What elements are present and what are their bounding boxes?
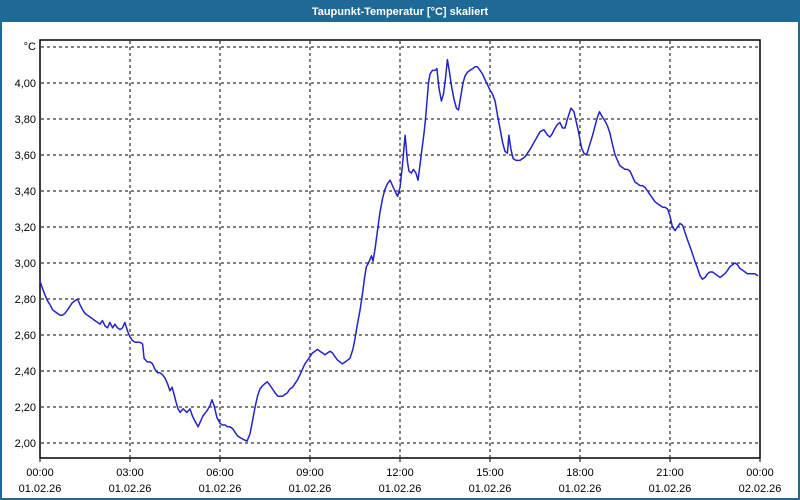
y-tick-label: 3,80 <box>15 114 36 126</box>
y-tick-label: 2,00 <box>15 438 36 450</box>
y-tick-label: 3,60 <box>15 150 36 162</box>
x-tick-date-label: 01.02.26 <box>19 483 62 495</box>
y-tick-label: 2,40 <box>15 366 36 378</box>
x-tick-time-label: 00:00 <box>746 467 774 479</box>
x-tick-time-label: 00:00 <box>26 467 54 479</box>
x-tick-time-label: 12:00 <box>386 467 414 479</box>
y-axis-unit-label: °C <box>24 41 36 53</box>
x-tick-date-label: 01.02.26 <box>289 483 332 495</box>
window-title: Taupunkt-Temperatur [°C] skaliert <box>311 6 489 18</box>
chart-window: Taupunkt-Temperatur [°C] skaliert 00:00 0… <box>0 0 800 500</box>
x-tick-date-label: 02.02.26 <box>739 483 782 495</box>
x-tick-time-label: 03:00 <box>116 467 144 479</box>
x-tick-time-label: 18:00 <box>566 467 594 479</box>
chart-canvas[interactable]: 00:00 01.02.26 03:00 01.02.26 06:00 01.02.26 0… <box>2 22 798 498</box>
x-tick-date-label: 01.02.26 <box>559 483 602 495</box>
x-tick-date-label: 01.02.26 <box>199 483 242 495</box>
x-tick-date-label: 01.02.26 <box>109 483 152 495</box>
x-tick-date-label: 01.02.26 <box>649 483 692 495</box>
x-tick-time-label: 21:00 <box>656 467 684 479</box>
x-tick-time-label: 15:00 <box>476 467 504 479</box>
y-tick-label: 2,60 <box>15 330 36 342</box>
x-tick-time-label: 09:00 <box>296 467 324 479</box>
y-tick-label: 2,20 <box>15 402 36 414</box>
x-tick-time-label: 06:00 <box>206 467 234 479</box>
titlebar: Taupunkt-Temperatur [°C] skaliert <box>2 2 798 22</box>
x-tick-date-label: 01.02.26 <box>379 483 422 495</box>
x-tick-date-label: 01.02.26 <box>469 483 512 495</box>
y-tick-label: 2,80 <box>15 294 36 306</box>
y-tick-label: 3,20 <box>15 222 36 234</box>
y-tick-label: 4,00 <box>15 78 36 90</box>
y-tick-label: 3,00 <box>15 258 36 270</box>
y-tick-label: 3,40 <box>15 186 36 198</box>
